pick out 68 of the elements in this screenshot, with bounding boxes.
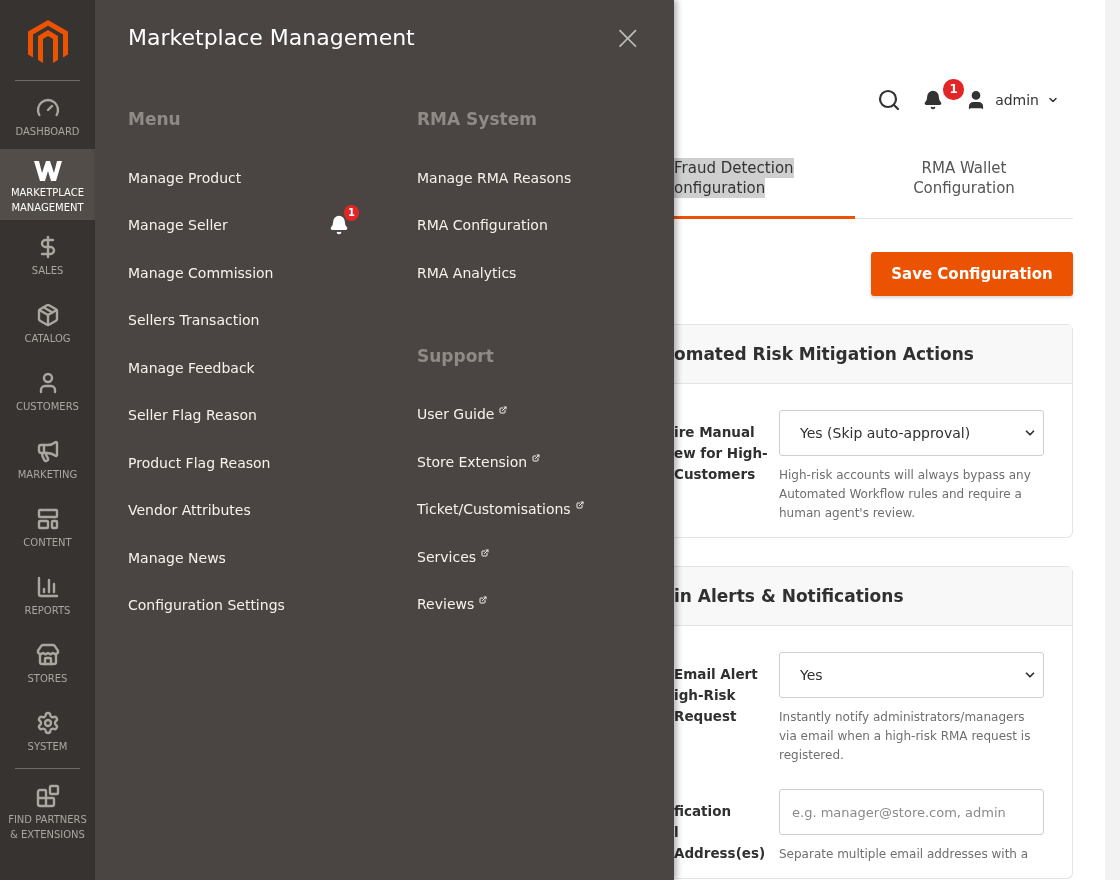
menu-link[interactable]: RMA Configuration [417, 217, 548, 234]
notification-badge: 1 [943, 79, 965, 100]
tab[interactable]: RMA Wallet Configuration [855, 156, 1073, 219]
search-button[interactable] [877, 88, 902, 112]
external-link-icon [481, 548, 490, 557]
menu-link[interactable]: Manage Seller [128, 217, 228, 234]
sidebar-item[interactable]: MARKETING [0, 427, 95, 492]
sidebar-item[interactable]: FIND PARTNERS & EXTENSIONS [0, 772, 95, 852]
sidebar-item[interactable]: MARKETPLACE MANAGEMENT [0, 149, 95, 220]
menu-link[interactable]: Manage Feedback [128, 359, 255, 376]
megaphone-icon [35, 439, 60, 463]
menu-link[interactable]: Manage News [128, 549, 226, 566]
sidebar-item[interactable]: REPORTS [0, 563, 95, 628]
menu-link[interactable]: Store Extension [417, 453, 541, 470]
menu-link[interactable]: Ticket/Customisations [417, 501, 584, 518]
menu-link[interactable]: Reviews [417, 596, 488, 613]
notification-badge: 1 [344, 205, 359, 222]
field-label: fication l Address(es) [674, 802, 767, 863]
email-field[interactable]: e.g. manager@store.com, admin [779, 789, 1044, 835]
field-hint: Separate multiple email addresses with a [779, 846, 1030, 863]
menu-link[interactable]: Sellers Transaction [128, 312, 260, 329]
store-icon [35, 643, 60, 667]
panel-title: Marketplace Management [128, 24, 415, 50]
menu-link[interactable]: User Guide [417, 406, 508, 423]
section-heading: Menu [128, 108, 182, 131]
save-button[interactable]: Save Configuration [871, 252, 1073, 296]
menu-link[interactable]: Configuration Settings [128, 597, 285, 614]
sidebar-item[interactable]: CONTENT [0, 495, 95, 560]
sidebar-item[interactable]: CUSTOMERS [0, 359, 95, 424]
sidebar-item[interactable]: DASHBOARD [0, 84, 95, 149]
menu-link[interactable]: Services [417, 548, 490, 565]
box-icon [35, 303, 60, 327]
section-heading: RMA System [417, 108, 538, 131]
menu-link[interactable]: Manage Product [128, 169, 242, 186]
hexagon-logo-icon[interactable] [27, 20, 68, 66]
external-link-icon [575, 501, 584, 510]
tab[interactable]: Fraud Detection onfiguration [674, 156, 855, 219]
bar-chart-icon [35, 575, 60, 599]
field-hint: High-risk accounts will always bypass any Automated Workflow rules and require a human agent's review. [779, 467, 1032, 522]
external-link-icon [479, 596, 488, 605]
menu-link[interactable]: Vendor Attributes [128, 502, 251, 519]
bell-icon [329, 215, 349, 236]
layout-icon [35, 507, 60, 531]
card-title: in Alerts & Notifications [674, 586, 904, 606]
external-link-icon [499, 406, 508, 415]
select-field[interactable]: Yes [779, 652, 1044, 698]
notifications-button[interactable] [923, 90, 944, 110]
field-label: ire Manual ew for High- Customers [674, 423, 769, 484]
sidebar-item[interactable]: STORES [0, 631, 95, 696]
close-button[interactable]: × [613, 22, 642, 52]
sidebar-item[interactable]: SYSTEM [0, 699, 95, 764]
external-link-icon [532, 453, 541, 462]
menu-link[interactable]: Manage Commission [128, 264, 274, 281]
settings-icon [35, 711, 60, 735]
sidebar-item[interactable]: CATALOG [0, 291, 95, 356]
sidebar-item[interactable]: SALES [0, 223, 95, 288]
section-heading: Support [417, 344, 495, 368]
menu-link[interactable]: Seller Flag Reason [128, 407, 257, 424]
menu-link[interactable]: RMA Analytics [417, 264, 517, 281]
card-title: omated Risk Mitigation Actions [674, 344, 974, 364]
w-logo-icon [33, 161, 62, 181]
user-menu[interactable]: admin [965, 89, 1059, 111]
menu-link[interactable]: Manage RMA Reasons [417, 169, 572, 186]
select-field[interactable]: Yes (Skip auto-approval) [779, 410, 1044, 456]
field-label: Email Alert igh-Risk Request [674, 665, 759, 726]
field-hint: Instantly notify administrators/managers via email when a high-risk RMA request is registered. [779, 709, 1032, 764]
blocks-icon [35, 784, 60, 808]
menu-link[interactable]: Product Flag Reason [128, 454, 271, 471]
